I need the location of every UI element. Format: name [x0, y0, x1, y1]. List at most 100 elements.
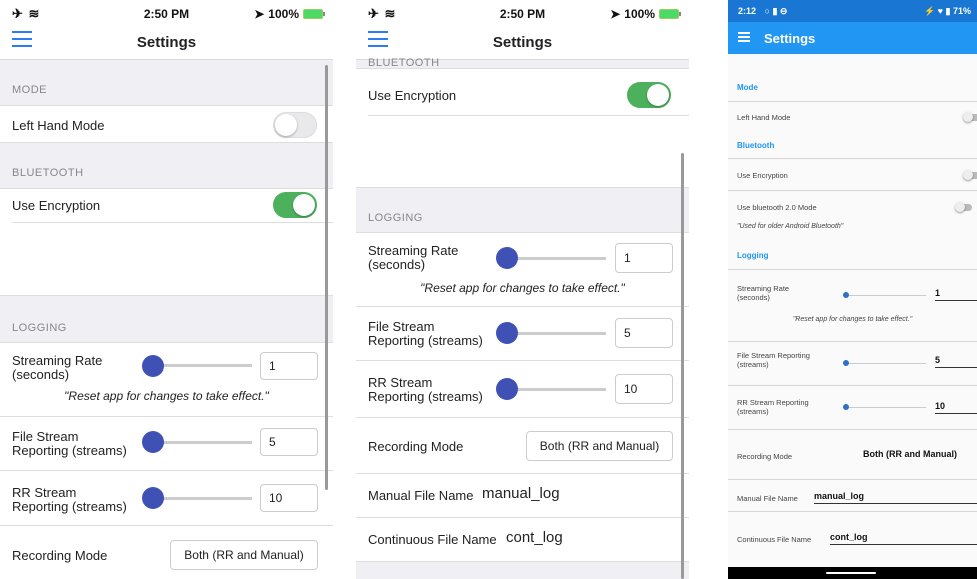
bt2-mode-switch[interactable]	[955, 202, 972, 212]
rr-stream-thumb[interactable]	[843, 404, 849, 410]
status-right: ➤ 100%	[254, 7, 325, 21]
recording-mode-label: Recording Mode	[12, 548, 108, 563]
battery-percent: 71%	[952, 6, 971, 16]
reset-note: "Reset app for changes to take effect."	[792, 316, 913, 323]
file-stream-thumb[interactable]	[496, 322, 518, 344]
streaming-rate-input[interactable]: 1	[260, 352, 318, 380]
continuous-file-input[interactable]: cont_log	[506, 529, 563, 546]
app-bar: Settings	[728, 22, 977, 54]
file-stream-row: File Stream Reporting (streams) 5	[356, 307, 689, 361]
status-bar: ✈ ≋ 2:50 PM ➤ 100%	[356, 0, 689, 26]
rr-stream-input[interactable]: 10	[935, 401, 977, 414]
continuous-file-row: Continuous File Name cont_log	[728, 511, 977, 567]
file-stream-label: File Stream Reporting (streams)	[737, 351, 810, 369]
manual-file-input[interactable]: manual_log	[814, 491, 977, 504]
status-time: 2:12	[738, 6, 757, 16]
rr-stream-input[interactable]: 10	[615, 374, 673, 404]
section-bluetooth: Bluetooth	[737, 141, 775, 150]
reset-note: "Reset app for changes to take effect."	[420, 281, 625, 295]
file-stream-input[interactable]: 5	[935, 355, 977, 368]
rr-stream-label: RR Stream Reporting (streams)	[737, 398, 809, 416]
streaming-rate-thumb[interactable]	[496, 247, 518, 269]
scrollbar[interactable]	[325, 65, 328, 490]
recording-mode-row: Recording Mode Both (RR and Manual)	[728, 429, 977, 479]
signal-icons: ⚡ ♥ ▮	[923, 6, 951, 16]
location-icon: ➤	[254, 7, 265, 21]
streaming-rate-thumb[interactable]	[843, 292, 849, 298]
use-encryption-switch[interactable]	[627, 82, 671, 108]
continuous-file-label: Continuous File Name	[737, 535, 812, 544]
section-logging: LOGGING	[12, 322, 67, 334]
ios-screen-2: ✈ ≋ 2:50 PM ➤ 100% Settings BLUETOOTH Us…	[356, 0, 689, 579]
status-bar: ✈ ≋ 2:50 PM ➤ 100%	[0, 0, 333, 26]
left-hand-mode-switch[interactable]	[273, 112, 317, 138]
page-title: Settings	[764, 31, 816, 46]
rr-stream-row: RR Stream Reporting (streams) 10	[356, 361, 689, 418]
section-logging: Logging	[737, 251, 769, 260]
page-title: Settings	[136, 34, 197, 51]
home-gesture-bar[interactable]	[826, 572, 876, 574]
streaming-rate-input[interactable]: 1	[615, 243, 673, 273]
nav-bar: Settings	[356, 26, 689, 60]
file-stream-row: File Stream Reporting (streams) 5	[728, 341, 977, 385]
streaming-rate-input[interactable]: 1	[935, 288, 977, 301]
rr-stream-row: RR Stream Reporting (streams) 10	[0, 471, 333, 526]
rr-stream-thumb[interactable]	[142, 487, 164, 509]
file-stream-thumb[interactable]	[142, 431, 164, 453]
left-hand-mode-row: Left Hand Mode	[728, 101, 977, 131]
notification-icons: ○ ▮ ⊖	[764, 6, 788, 16]
rr-stream-label: RR Stream Reporting (streams)	[368, 375, 483, 404]
status-left: 2:12 ○ ▮ ⊖	[738, 6, 787, 17]
rr-stream-input[interactable]: 10	[260, 484, 318, 512]
file-stream-input[interactable]: 5	[260, 428, 318, 456]
bt2-mode-label: Use bluetooth 2.0 Mode	[737, 203, 817, 212]
manual-file-row: Manual File Name manual_log	[728, 479, 977, 511]
streaming-rate-label: Streaming Rate (seconds)	[368, 243, 459, 272]
android-nav-bar	[728, 567, 977, 579]
use-encryption-switch[interactable]	[273, 192, 317, 218]
recording-mode-select[interactable]: Both (RR and Manual)	[863, 449, 977, 462]
use-encryption-row: Use Encryption	[356, 68, 689, 188]
left-hand-mode-label: Left Hand Mode	[12, 118, 105, 133]
continuous-file-label: Continuous File Name	[368, 532, 497, 547]
file-stream-row: File Stream Reporting (streams) 5	[0, 417, 333, 471]
rr-stream-thumb[interactable]	[496, 378, 518, 400]
section-bluetooth: BLUETOOTH	[12, 167, 84, 179]
ios-screen-1: ✈ ≋ 2:50 PM ➤ 100% Settings MODE Left Ha…	[0, 0, 333, 579]
recording-mode-select[interactable]: Both (RR and Manual)	[170, 540, 318, 570]
scrollbar[interactable]	[681, 153, 684, 579]
streaming-rate-row: Streaming Rate (seconds) 1 "Reset app fo…	[0, 342, 333, 417]
use-encryption-label: Use Encryption	[368, 88, 457, 103]
android-screen: 2:12 ○ ▮ ⊖ ⚡ ♥ ▮ 71% Settings Mode Left …	[728, 0, 977, 579]
recording-mode-row: Recording Mode Both (RR and Manual)	[0, 526, 333, 579]
recording-mode-select[interactable]: Both (RR and Manual)	[526, 431, 673, 461]
file-stream-label: File Stream Reporting (streams)	[12, 429, 127, 458]
manual-file-input[interactable]: manual_log	[482, 485, 560, 502]
settings-list: MODE Left Hand Mode BLUETOOTH Use Encryp…	[0, 60, 333, 579]
nav-bar: Settings	[0, 26, 333, 60]
status-bar: 2:12 ○ ▮ ⊖ ⚡ ♥ ▮ 71%	[728, 0, 977, 22]
streaming-rate-row: Streaming Rate (seconds) 1 "Reset app fo…	[356, 232, 689, 307]
file-stream-input[interactable]: 5	[615, 318, 673, 348]
streaming-rate-thumb[interactable]	[142, 355, 164, 377]
streaming-rate-row: Streaming Rate (seconds) 1 "Reset app fo…	[728, 269, 977, 341]
hamburger-menu-icon[interactable]	[738, 32, 750, 42]
page-title: Settings	[492, 34, 553, 51]
manual-file-label: Manual File Name	[368, 488, 474, 503]
recording-mode-label: Recording Mode	[368, 439, 464, 454]
file-stream-thumb[interactable]	[843, 360, 849, 366]
use-encryption-label: Use Encryption	[737, 171, 788, 180]
continuous-file-input[interactable]: cont_log	[830, 532, 977, 545]
use-encryption-row: Use Encryption	[0, 188, 333, 296]
rr-stream-slider[interactable]	[846, 407, 926, 408]
bt2-mode-row: Use bluetooth 2.0 Mode "Used for older A…	[728, 190, 977, 238]
streaming-rate-slider[interactable]	[846, 295, 926, 296]
status-right: ➤ 100%	[610, 7, 681, 21]
use-encryption-switch[interactable]	[963, 170, 977, 180]
file-stream-label: File Stream Reporting (streams)	[368, 319, 483, 348]
file-stream-slider[interactable]	[846, 363, 926, 364]
battery-icon	[659, 9, 681, 19]
continuous-file-row: Continuous File Name cont_log	[356, 518, 689, 562]
streaming-rate-label: Streaming Rate (seconds)	[737, 284, 790, 302]
left-hand-mode-switch[interactable]	[963, 112, 977, 122]
